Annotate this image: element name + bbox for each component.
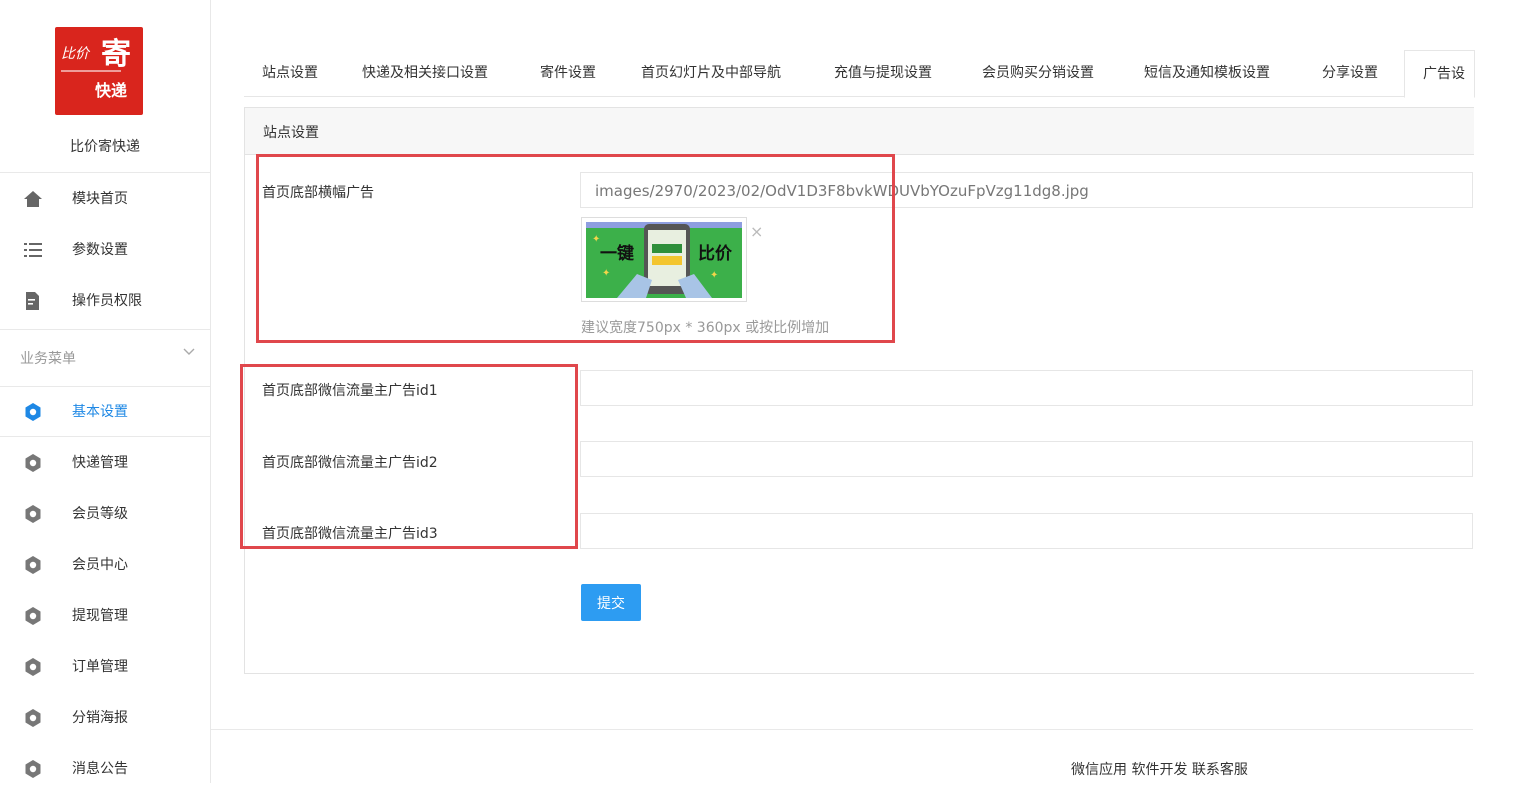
footer-divider	[211, 729, 1473, 730]
document-edit-icon	[22, 290, 44, 312]
divider	[0, 172, 210, 173]
sidebar: 比价 寄 快递 比价寄快递 模块首页 参数设置 操作员权限 业务菜单 基本设置	[0, 0, 211, 783]
tab-slides-nav[interactable]: 首页幻灯片及中部导航	[641, 50, 781, 96]
gear-icon	[22, 758, 44, 780]
sidebar-item-label: 快递管理	[72, 455, 128, 471]
gear-icon	[22, 401, 44, 423]
logo-text-1: 比价	[61, 46, 89, 62]
sidebar-item-label: 操作员权限	[72, 293, 142, 309]
sidebar-item-label: 订单管理	[72, 659, 128, 675]
panel-title: 站点设置	[263, 125, 319, 141]
logo-text-big: 寄	[101, 37, 131, 72]
sidebar-item-label: 模块首页	[72, 191, 128, 207]
tab-express-api[interactable]: 快递及相关接口设置	[362, 50, 488, 96]
tab-sms-templates[interactable]: 短信及通知模板设置	[1144, 50, 1270, 96]
sidebar-item-express[interactable]: 快递管理	[0, 438, 210, 486]
sidebar-item-member-center[interactable]: 会员中心	[0, 540, 210, 588]
chevron-down-icon[interactable]	[183, 345, 195, 359]
divider	[0, 329, 210, 330]
gear-icon	[22, 605, 44, 627]
menu-group-label: 业务菜单	[20, 351, 76, 367]
settings-tabs: 站点设置 快递及相关接口设置 寄件设置 首页幻灯片及中部导航 充值与提现设置 会…	[244, 50, 1475, 98]
gear-icon	[22, 503, 44, 525]
footer-links[interactable]: 微信应用 软件开发 联系客服	[1071, 759, 1248, 779]
sidebar-item-label: 会员中心	[72, 557, 128, 573]
sidebar-item-notice[interactable]: 消息公告	[0, 744, 210, 792]
home-icon	[22, 188, 44, 210]
divider	[0, 436, 210, 437]
gear-icon	[22, 656, 44, 678]
tab-shipping[interactable]: 寄件设置	[540, 50, 596, 96]
ad-id3-input[interactable]	[580, 513, 1473, 549]
sidebar-item-permissions[interactable]: 操作员权限	[0, 276, 210, 324]
gear-icon	[22, 452, 44, 474]
gear-icon	[22, 707, 44, 729]
tab-share[interactable]: 分享设置	[1322, 50, 1378, 96]
tab-recharge-withdraw[interactable]: 充值与提现设置	[834, 50, 932, 96]
sidebar-item-member-level[interactable]: 会员等级	[0, 489, 210, 537]
sidebar-item-label: 基本设置	[72, 404, 128, 420]
list-icon	[22, 239, 44, 261]
logo-text-2: 快递	[95, 81, 128, 100]
sidebar-item-params[interactable]: 参数设置	[0, 225, 210, 273]
brand-name: 比价寄快递	[70, 139, 140, 155]
sidebar-item-label: 会员等级	[72, 506, 128, 522]
tab-member-distribution[interactable]: 会员购买分销设置	[982, 50, 1094, 96]
tab-site-settings[interactable]: 站点设置	[262, 50, 318, 96]
sidebar-item-label: 消息公告	[72, 761, 128, 777]
panel-header: 站点设置	[245, 108, 1474, 155]
submit-button[interactable]: 提交	[581, 584, 641, 621]
gear-icon	[22, 554, 44, 576]
sidebar-item-label: 参数设置	[72, 242, 128, 258]
sidebar-item-label: 分销海报	[72, 710, 128, 726]
ad-id2-input[interactable]	[580, 441, 1473, 477]
highlight-box-banner	[256, 154, 895, 343]
brand-logo: 比价 寄 快递	[55, 27, 143, 115]
sidebar-item-label: 提现管理	[72, 608, 128, 624]
sidebar-item-withdraw[interactable]: 提现管理	[0, 591, 210, 639]
sidebar-item-home[interactable]: 模块首页	[0, 174, 210, 222]
sidebar-item-poster[interactable]: 分销海报	[0, 693, 210, 741]
logo-divider	[61, 70, 121, 72]
ad-id1-input[interactable]	[580, 370, 1473, 406]
tab-ads[interactable]: 广告设	[1404, 50, 1475, 98]
sidebar-item-basic-settings[interactable]: 基本设置	[0, 387, 210, 435]
sidebar-item-orders[interactable]: 订单管理	[0, 642, 210, 690]
highlight-box-ad-ids	[240, 364, 578, 549]
